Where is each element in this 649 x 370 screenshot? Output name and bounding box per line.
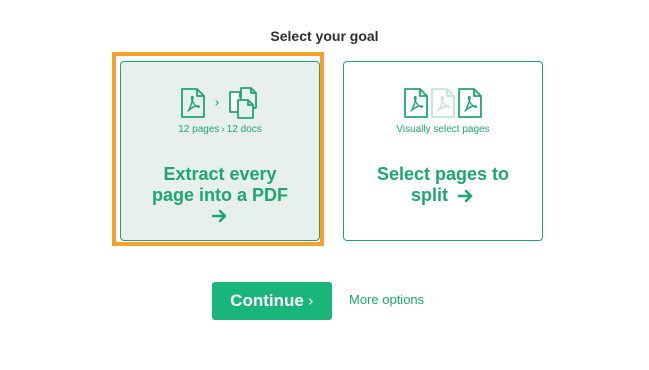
pdf-file-faded-icon (431, 88, 455, 118)
pdf-file-icon (181, 88, 206, 118)
continue-label: Continue (230, 291, 304, 310)
option-title: Extract every page into a PDF (121, 164, 319, 224)
pdf-file-icon (404, 88, 428, 118)
option-title: Select pages to split (376, 164, 510, 205)
option-caption: 12 pages › 12 docs (178, 124, 262, 135)
arrow-right-icon (457, 189, 473, 203)
option-icons: › (121, 86, 319, 120)
more-options-link[interactable]: More options (349, 292, 424, 307)
option-icons (344, 86, 542, 120)
multiple-files-icon (228, 87, 257, 119)
split-goal-page: Select your goal › 12 pages › 12 docs Ex… (0, 0, 649, 370)
option-caption: Visually select pages (396, 124, 490, 135)
chevron-right-icon: › (307, 292, 314, 310)
page-title: Select your goal (270, 28, 379, 44)
pdf-file-icon (458, 88, 482, 118)
option-select-pages[interactable]: Visually select pages Select pages to sp… (343, 61, 543, 241)
option-extract-every-page[interactable]: › 12 pages › 12 docs Extract every page in… (120, 61, 320, 241)
arrow-right-icon (211, 209, 227, 223)
chevron-right-icon: › (214, 95, 220, 111)
continue-button[interactable]: Continue › (212, 282, 332, 320)
